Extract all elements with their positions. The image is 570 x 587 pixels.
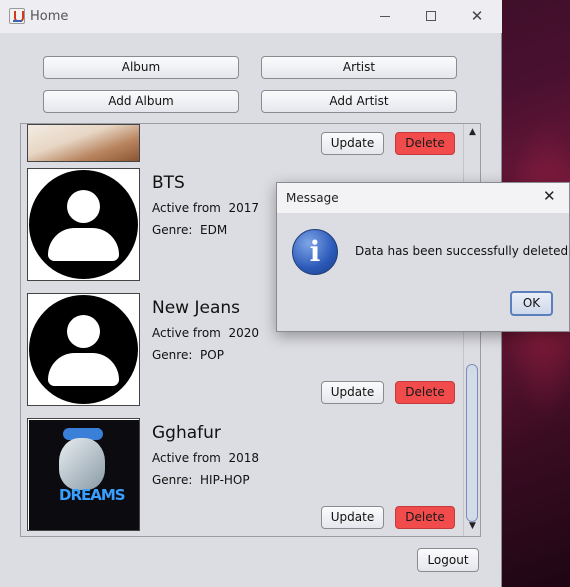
logout-button[interactable]: Logout: [417, 548, 479, 572]
album-art-title: DREAMS: [59, 486, 126, 504]
genre-value: HIP-HOP: [200, 473, 250, 487]
genre-label: Genre:: [152, 348, 193, 362]
java-cup-icon: [9, 8, 25, 24]
artist-name: BTS: [152, 173, 185, 193]
ok-button[interactable]: OK: [510, 291, 553, 316]
dreams-album-art: DREAMS: [29, 420, 139, 530]
close-button[interactable]: ✕: [454, 4, 500, 28]
artist-card-previous: Update Delete: [21, 124, 463, 162]
person-icon: [29, 170, 138, 279]
artist-genre: Genre: HIP-HOP: [152, 473, 250, 487]
active-year: 2017: [228, 201, 260, 215]
album-button[interactable]: Album: [43, 56, 239, 79]
art-statue-head: [59, 438, 105, 490]
window-titlebar[interactable]: Home ✕: [0, 0, 502, 33]
artist-avatar: [27, 168, 140, 281]
avatar-body: [48, 228, 119, 261]
artist-genre: Genre: EDM: [152, 223, 227, 237]
album-art: DREAMS: [27, 418, 140, 531]
avatar-head: [67, 315, 100, 348]
active-label: Active from: [152, 201, 221, 215]
artist-photo: [27, 124, 140, 162]
close-icon[interactable]: ✕: [543, 187, 556, 205]
update-button[interactable]: Update: [321, 506, 384, 529]
dialog-message: Data has been successfully deleted!: [355, 244, 570, 258]
close-icon: ✕: [470, 7, 484, 25]
info-icon: i: [292, 229, 338, 275]
artist-name: New Jeans: [152, 298, 241, 318]
active-year: 2020: [228, 326, 260, 340]
genre-label: Genre:: [152, 223, 193, 237]
avatar-head: [67, 190, 100, 223]
active-year: 2018: [228, 451, 260, 465]
maximize-button[interactable]: [408, 4, 454, 28]
update-button[interactable]: Update: [321, 381, 384, 404]
scrollbar-thumb[interactable]: [466, 364, 478, 522]
artist-active-from: Active from 2017: [152, 201, 259, 215]
artist-button[interactable]: Artist: [261, 56, 457, 79]
window-title: Home: [30, 9, 69, 24]
artist-name: Gghafur: [152, 423, 221, 443]
update-button[interactable]: Update: [321, 132, 384, 155]
active-label: Active from: [152, 326, 221, 340]
delete-button[interactable]: Delete: [395, 506, 455, 529]
delete-button[interactable]: Delete: [395, 381, 455, 404]
genre-value: EDM: [200, 223, 228, 237]
add-album-button[interactable]: Add Album: [43, 90, 239, 113]
avatar-body: [48, 353, 119, 386]
scroll-up-icon[interactable]: ▲: [467, 127, 478, 139]
artist-genre: Genre: POP: [152, 348, 224, 362]
artist-avatar: [27, 293, 140, 406]
delete-button[interactable]: Delete: [395, 132, 455, 155]
scroll-down-icon[interactable]: ▼: [467, 521, 478, 533]
artist-active-from: Active from 2018: [152, 451, 259, 465]
maximize-icon: [426, 11, 436, 21]
dialog-titlebar[interactable]: Message ✕: [277, 183, 569, 213]
minimize-button[interactable]: [362, 4, 408, 28]
message-dialog: Message ✕ i Data has been successfully d…: [276, 182, 570, 332]
add-artist-button[interactable]: Add Artist: [261, 90, 457, 113]
artist-card-gghafur: DREAMS Gghafur Active from 2018 Genre: H…: [21, 418, 463, 536]
genre-label: Genre:: [152, 473, 193, 487]
genre-value: POP: [200, 348, 224, 362]
active-label: Active from: [152, 451, 221, 465]
minimize-icon: [380, 15, 390, 17]
dialog-title: Message: [286, 191, 339, 205]
person-icon: [29, 295, 138, 404]
artist-active-from: Active from 2020: [152, 326, 259, 340]
